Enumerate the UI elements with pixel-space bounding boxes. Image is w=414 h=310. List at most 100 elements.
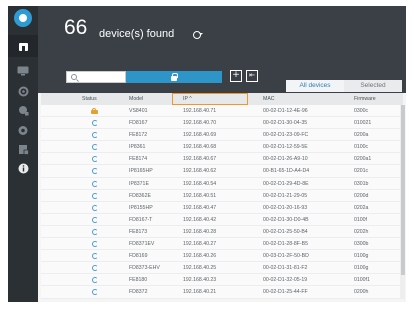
cell-mac: 00-03-D1-2F-50-BD: [263, 253, 309, 260]
add-button[interactable]: +: [230, 70, 242, 82]
cell-ip: 192.168.40.47: [183, 204, 217, 211]
loading-icon: [92, 216, 98, 223]
table-row[interactable]: FD8371EV 192.168.40.27 00-02-D1-28-8F-B5 03…: [41, 238, 403, 251]
table-row[interactable]: IP8371E 192.168.40.54 00-02-D1-29-4D-8E 030…: [41, 177, 403, 190]
display-icon[interactable]: [8, 64, 38, 78]
cell-firmware: 0300b: [354, 241, 369, 248]
nav-home-item[interactable]: [8, 35, 38, 57]
cell-firmware: 010021: [354, 120, 372, 127]
cell-model: FE8174: [129, 156, 148, 163]
search-icon: [71, 74, 77, 80]
cell-ip: 192.168.40.25: [183, 265, 217, 272]
loading-icon: [92, 241, 98, 248]
cell-mac: 00-02-D1-30-04-35: [263, 120, 308, 127]
cell-firmware: 0200h: [354, 289, 369, 296]
device-config-icon[interactable]: [8, 103, 38, 117]
report-icon[interactable]: [8, 142, 38, 156]
cell-model: FD8372: [129, 289, 148, 296]
sidebar: [8, 6, 38, 302]
cell-firmware: 0301b: [354, 180, 369, 187]
cell-firmware: 0200a: [354, 132, 369, 139]
cell-model: IP8361: [129, 144, 146, 151]
table-row[interactable]: IP8361 192.168.40.68 00-02-D1-12-59-5E 0100…: [41, 141, 403, 154]
device-tabs: All devices Selected: [286, 80, 402, 92]
table-row[interactable]: FD8373-EHV 192.168.40.25 00-02-D1-31-81-F2…: [41, 262, 403, 275]
cell-mac: 00-02-D1-23-09-FC: [263, 132, 309, 139]
page-header: 66 device(s) found: [38, 6, 406, 56]
table-row[interactable]: FE8173 192.168.40.28 00-02-D1-25-50-B4 0202…: [41, 225, 403, 239]
app-window: 66 device(s) found + ⇤ All devices Selec…: [8, 6, 406, 302]
cell-mac: 00-02-D1-31-81-F2: [263, 265, 308, 272]
cell-mac: 00-02-D1-32-05-19: [263, 277, 308, 284]
cell-mac: 00-02-D1-28-8F-B5: [263, 241, 308, 248]
found-label: device(s) found: [99, 28, 175, 40]
table-row[interactable]: FD8167-T 192.168.40.42 00-02-D1-30-D0-4B 01…: [41, 213, 403, 226]
table-row[interactable]: VS8401 192.168.40.71 00-02-D1-12-4E-96 0300…: [41, 105, 403, 118]
cell-ip: 192.168.40.68: [183, 144, 217, 151]
cell-ip: 192.168.40.27: [183, 241, 217, 248]
table-header: Status Model IP ^ MAC Firmware: [41, 93, 403, 105]
lock-button[interactable]: [126, 71, 222, 83]
cell-model: FD8167: [129, 120, 148, 127]
cell-firmware: 0201c: [354, 168, 369, 175]
table-row[interactable]: IP8155HP 192.168.40.47 00-02-D1-20-16-93 02…: [41, 201, 403, 214]
cell-mac: 00-02-D1-25-44-FF: [263, 289, 308, 296]
table-row[interactable]: FE8180 192.168.40.23 00-02-D1-32-05-19 0100…: [41, 274, 403, 287]
cell-firmware: 0100g: [354, 253, 369, 260]
app-logo: [14, 9, 32, 27]
refresh-icon[interactable]: [193, 31, 203, 39]
tab-selected[interactable]: Selected: [344, 80, 402, 92]
cell-model: IP8371E: [129, 180, 149, 187]
cell-firmware: 0300c: [354, 108, 369, 114]
cell-ip: 192.168.40.67: [183, 156, 217, 163]
cell-ip: 192.168.40.26: [183, 253, 217, 260]
device-count: 66: [64, 16, 88, 39]
cell-firmware: 0100g: [354, 265, 369, 272]
table-body: VS8401 192.168.40.71 00-02-D1-12-4E-96 0300…: [41, 105, 403, 299]
settings-icon[interactable]: [8, 84, 38, 98]
lock-icon: [91, 108, 98, 114]
table-row[interactable]: IP8165HP 192.168.40.62 00-B1-65-1D-A4-D4 02…: [41, 165, 403, 178]
cell-ip: 192.168.40.23: [183, 277, 217, 284]
cell-firmware: 0100f1: [354, 277, 370, 284]
table-row[interactable]: FD8167 192.168.40.70 00-02-D1-30-04-35 0100…: [41, 117, 403, 130]
cell-ip: 192.168.40.54: [183, 180, 217, 187]
cell-mac: 00-02-D1-25-50-B4: [263, 228, 308, 235]
loading-icon: [92, 253, 98, 260]
loading-icon: [92, 168, 98, 175]
export-button[interactable]: ⇤: [246, 70, 258, 82]
cell-mac: 00-02-D1-12-4E-96: [263, 108, 308, 114]
loading-icon: [92, 228, 98, 235]
column-firmware[interactable]: Firmware: [354, 93, 376, 105]
home-icon: [8, 39, 38, 53]
table-row[interactable]: FD8362E 192.168.40.51 00-02-D1-21-29-05 020…: [41, 189, 403, 202]
tab-all-devices[interactable]: All devices: [286, 80, 344, 92]
device-table: Status Model IP ^ MAC Firmware VS8401 192…: [38, 93, 406, 302]
loading-icon: [92, 120, 98, 127]
cell-ip: 192.168.40.62: [183, 168, 217, 175]
column-status[interactable]: Status: [82, 93, 97, 105]
cell-model: FE8172: [129, 132, 148, 139]
sorted-column-highlight: [172, 93, 248, 105]
cell-model: FD8169: [129, 253, 148, 260]
table-row[interactable]: FE8174 192.168.40.67 00-02-D1-26-A9-10 0200…: [41, 153, 403, 166]
column-model[interactable]: Model: [129, 93, 143, 105]
cell-model: FD8373-EHV: [129, 265, 160, 272]
cell-mac: 00-02-D1-30-D0-4B: [263, 216, 309, 223]
scrollbar-thumb[interactable]: [401, 105, 405, 275]
search-box[interactable]: [66, 71, 126, 83]
loading-icon: [92, 132, 98, 139]
loading-icon: [92, 144, 98, 151]
cell-firmware: 0202a: [354, 204, 369, 211]
table-row[interactable]: FD8169 192.168.40.26 00-03-D1-2F-50-BD 0100…: [41, 250, 403, 263]
table-row[interactable]: FE8172 192.168.40.69 00-02-D1-23-09-FC 0200…: [41, 129, 403, 142]
cell-firmware: 0200a1: [354, 156, 372, 163]
info-icon[interactable]: [8, 161, 38, 175]
column-mac[interactable]: MAC: [263, 93, 275, 105]
camera-icon[interactable]: [8, 123, 38, 137]
search-input[interactable]: [79, 72, 125, 82]
loading-icon: [92, 277, 98, 284]
cell-firmware: 0100c: [354, 144, 369, 151]
table-row[interactable]: FD8372 192.168.40.21 00-02-D1-25-44-FF 0200…: [41, 286, 403, 299]
cell-ip: 192.168.40.51: [183, 192, 217, 199]
